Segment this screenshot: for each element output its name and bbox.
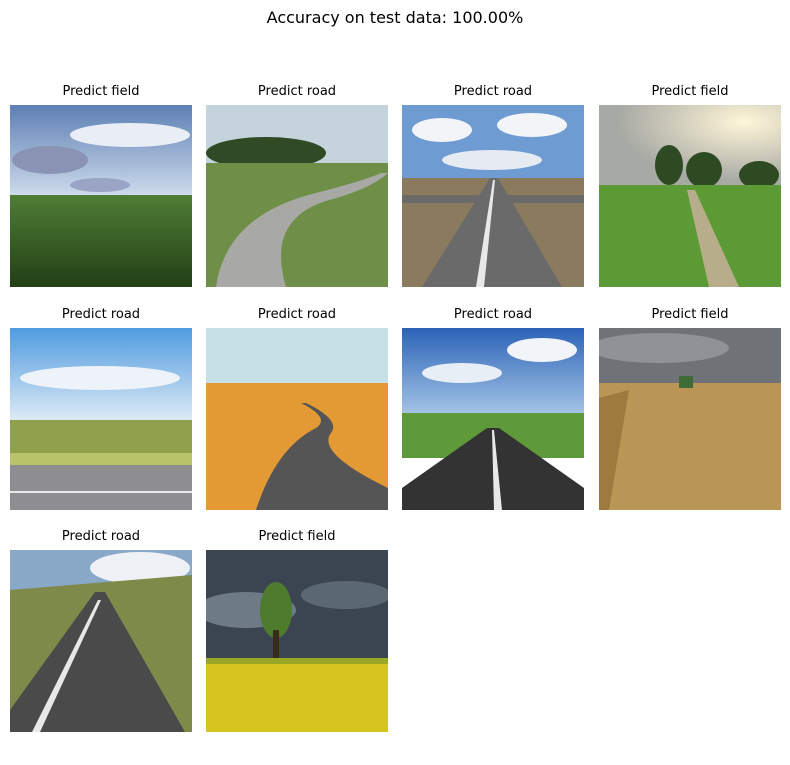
panel-caption: Predict field	[258, 529, 336, 544]
panel-caption: Predict road	[61, 307, 141, 322]
panel-caption: Predict road	[257, 307, 337, 322]
panel-image-wheat-field-harvester	[599, 328, 781, 510]
panel-caption: Predict road	[257, 84, 337, 99]
panel-image-rapeseed-field-tree	[206, 550, 388, 732]
panel-image-field-sky	[10, 105, 192, 287]
panel-caption: Predict road	[61, 529, 141, 544]
panel-image-hill-road	[10, 550, 192, 732]
panel-image-desert-road	[206, 328, 388, 510]
panel-caption: Predict field	[651, 307, 729, 322]
panel-image-curvy-road	[206, 105, 388, 287]
panel-caption: Predict field	[62, 84, 140, 99]
panel-caption: Predict field	[651, 84, 729, 99]
panel-image-blue-sky-road	[402, 328, 584, 510]
panel-caption: Predict road	[453, 307, 533, 322]
panel-image-straight-road-clouds	[402, 105, 584, 287]
panel-image-field-trees-path	[599, 105, 781, 287]
figure-title: Accuracy on test data: 100.00%	[266, 8, 524, 27]
panel-image-roadside-meadow	[10, 328, 192, 510]
panel-caption: Predict road	[453, 84, 533, 99]
